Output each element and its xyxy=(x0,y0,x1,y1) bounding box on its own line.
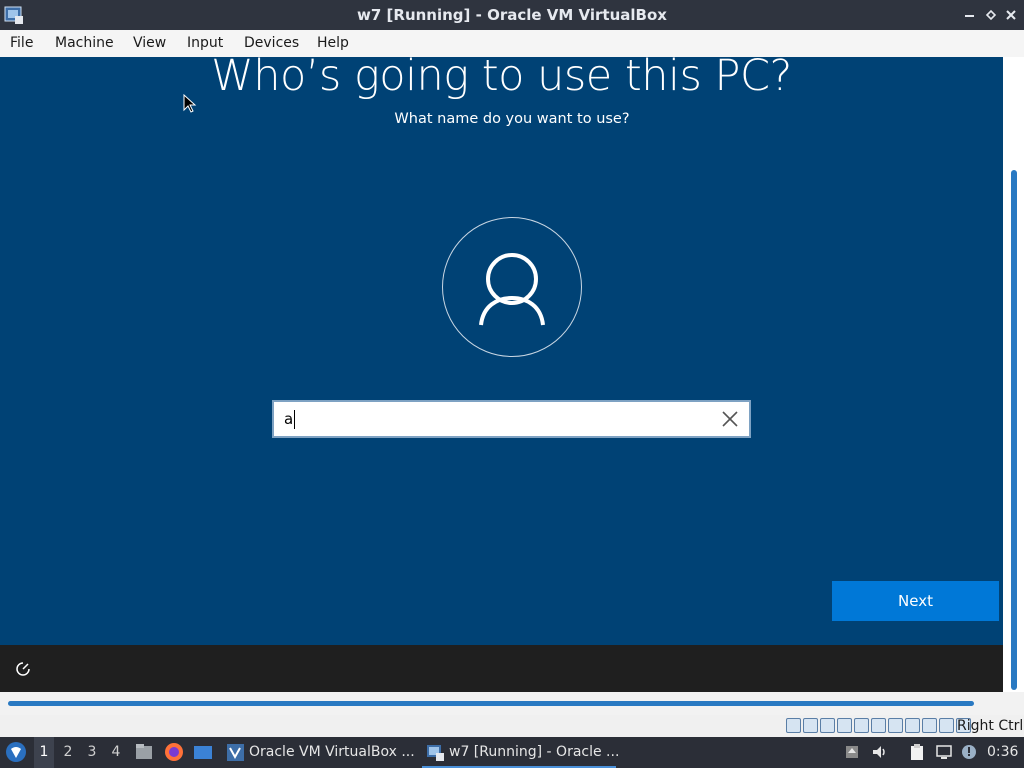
usb-icon[interactable] xyxy=(854,718,869,733)
ease-of-access-icon[interactable] xyxy=(14,660,32,678)
restore-icon[interactable] xyxy=(983,7,999,23)
video-capture-icon[interactable] xyxy=(905,718,920,733)
text-caret xyxy=(294,410,296,429)
workspace-3[interactable]: 3 xyxy=(82,737,102,768)
network-wired-icon[interactable] xyxy=(935,743,953,761)
workspace-4[interactable]: 4 xyxy=(106,737,126,768)
clipboard-icon[interactable] xyxy=(908,743,926,761)
page-title: Who’s going to use this PC? xyxy=(211,57,792,101)
user-name-input[interactable]: a xyxy=(272,400,751,438)
clock[interactable]: 0:36 xyxy=(987,737,1018,768)
desktop-icon[interactable] xyxy=(193,742,213,762)
vm-display[interactable]: Who’s going to use this PC? What name do… xyxy=(0,57,1003,645)
shared-folders-icon[interactable] xyxy=(871,718,886,733)
menu-devices[interactable]: Devices xyxy=(244,30,299,57)
vm-status-bar: Right Ctrl xyxy=(0,715,1024,737)
task-virtualbox-manager[interactable]: Oracle VM VirtualBox ... xyxy=(222,737,418,768)
clear-x-icon[interactable] xyxy=(721,410,739,428)
user-icon xyxy=(479,253,545,326)
horizontal-scrollbar[interactable] xyxy=(0,692,1024,715)
notifications-icon[interactable] xyxy=(960,743,978,761)
display-icon[interactable] xyxy=(888,718,903,733)
vertical-scroll-thumb[interactable] xyxy=(1011,170,1017,690)
task-label: w7 [Running] - Oracle ... xyxy=(449,744,620,760)
host-taskbar: 1 2 3 4 Oracle VM VirtualBox ... w7 [Run… xyxy=(0,737,1024,768)
menu-view[interactable]: View xyxy=(133,30,166,57)
mouse-pointer-icon xyxy=(183,94,197,113)
horizontal-scroll-thumb[interactable] xyxy=(8,701,974,706)
volume-icon[interactable] xyxy=(871,743,889,761)
menu-machine[interactable]: Machine xyxy=(55,30,114,57)
mouse-integration-icon[interactable] xyxy=(939,718,954,733)
update-notifier-icon[interactable] xyxy=(843,743,861,761)
task-vm-window[interactable]: w7 [Running] - Oracle ... xyxy=(422,737,620,768)
virtualbox-icon xyxy=(427,745,444,761)
start-menu-icon[interactable] xyxy=(5,741,27,763)
menu-file[interactable]: File xyxy=(10,30,33,57)
page-subtitle: What name do you want to use? xyxy=(394,111,630,127)
device-indicators xyxy=(786,718,973,734)
host-key-label: Right Ctrl xyxy=(957,718,1024,734)
avatar xyxy=(442,217,582,357)
menubar: File Machine View Input Devices Help xyxy=(0,30,1024,58)
network-icon[interactable] xyxy=(837,718,852,733)
close-icon[interactable] xyxy=(1003,7,1019,23)
cpu-icon[interactable] xyxy=(922,718,937,733)
file-manager-icon[interactable] xyxy=(134,742,154,762)
oobe-bottom-bar xyxy=(0,645,1003,692)
user-name-value: a xyxy=(284,410,296,429)
hard-disk-icon[interactable] xyxy=(786,718,801,733)
workspace-2[interactable]: 2 xyxy=(58,737,78,768)
audio-icon[interactable] xyxy=(820,718,835,733)
menu-help[interactable]: Help xyxy=(317,30,349,57)
window-title: w7 [Running] - Oracle VM VirtualBox xyxy=(357,6,667,24)
window-titlebar[interactable]: w7 [Running] - Oracle VM VirtualBox xyxy=(0,0,1024,30)
minimize-icon[interactable] xyxy=(962,7,978,23)
vertical-scrollbar[interactable] xyxy=(1003,57,1024,692)
workspace-1[interactable]: 1 xyxy=(34,737,54,768)
optical-drive-icon[interactable] xyxy=(803,718,818,733)
firefox-icon[interactable] xyxy=(164,742,184,762)
menu-input[interactable]: Input xyxy=(187,30,223,57)
task-label: Oracle VM VirtualBox ... xyxy=(249,744,415,760)
virtualbox-manager-icon xyxy=(227,744,244,761)
next-button[interactable]: Next xyxy=(832,581,999,621)
